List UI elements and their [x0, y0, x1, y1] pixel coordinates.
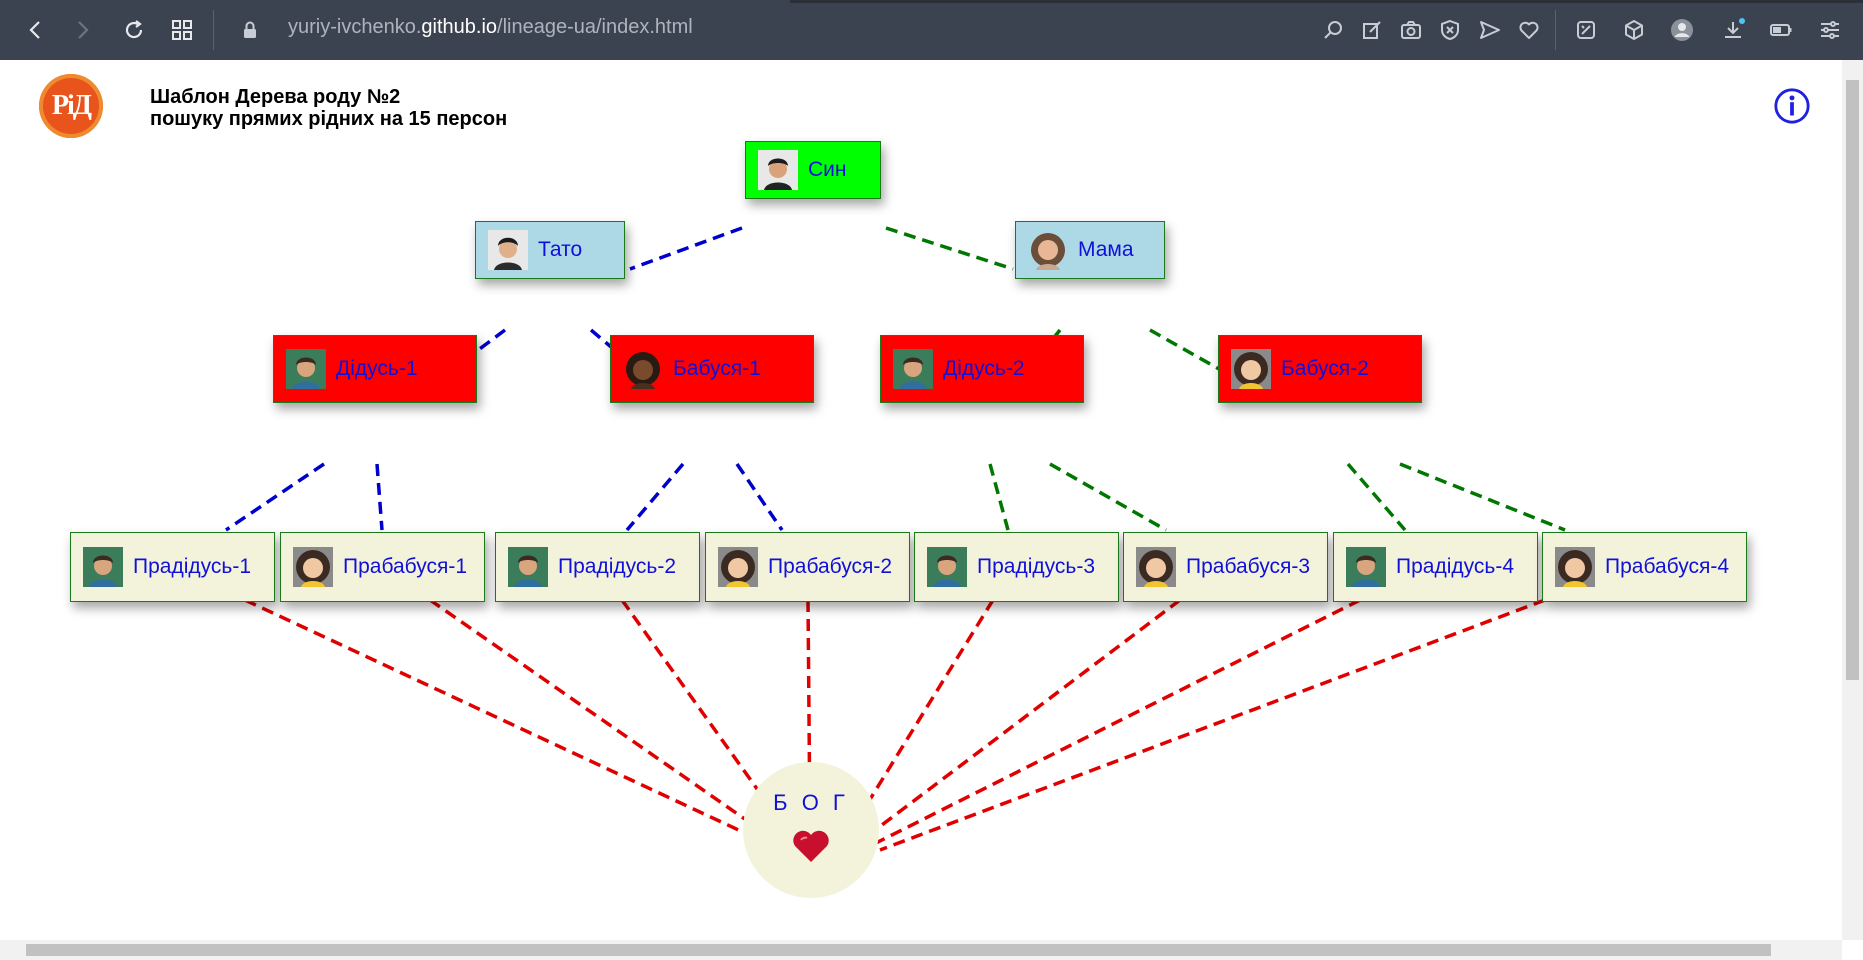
node-grandfather-1[interactable]: Дідусь-1 [273, 335, 477, 403]
line-ggm3-god [860, 598, 1182, 842]
find-icon[interactable] [1318, 14, 1350, 46]
node-label: Дідусь-1 [336, 357, 418, 380]
node-grandmother-1[interactable]: Бабуся-1 [610, 335, 814, 403]
tabs-grid-icon[interactable] [166, 14, 198, 46]
node-father[interactable]: Тато [475, 221, 625, 279]
line-ggf4-god [871, 598, 1361, 847]
download-icon[interactable] [1717, 14, 1749, 46]
reload-icon[interactable] [118, 14, 150, 46]
line-gf1-ggm1 [375, 463, 384, 531]
battery-icon [1765, 14, 1797, 46]
node-label: Прабабуся-1 [343, 555, 468, 578]
cube-icon[interactable] [1618, 14, 1650, 46]
node-great-grandfather-1[interactable]: Прадідусь-1 [70, 532, 275, 602]
line-gm1-ggf2 [625, 462, 685, 532]
node-grandfather-2[interactable]: Дідусь-2 [880, 335, 1084, 403]
line-ggm1-god [429, 598, 776, 842]
send-icon[interactable] [1474, 14, 1506, 46]
avatar-male-icon [1346, 547, 1386, 587]
node-label: Прабабуся-2 [768, 555, 893, 578]
node-label: Прадідусь-2 [558, 555, 677, 578]
avatar-female-icon [718, 547, 758, 587]
page-content: РіД Шаблон Дерева роду №2 пошуку прямих … [0, 60, 1842, 940]
line-gf1-ggf1 [225, 462, 325, 532]
vertical-scrollbar[interactable] [1842, 60, 1863, 940]
node-label: Прабабуся-4 [1605, 555, 1730, 578]
god-node[interactable]: Б О Г [743, 762, 879, 898]
extension-icon[interactable] [1570, 14, 1602, 46]
line-son-father [629, 226, 743, 271]
avatar-male-icon [893, 349, 933, 389]
avatar-female-icon [293, 547, 333, 587]
line-gf2-ggm3 [1049, 462, 1167, 532]
node-label: Син [808, 158, 847, 181]
node-label: Прадідусь-3 [977, 555, 1096, 578]
line-gf2-ggf3 [988, 463, 1010, 531]
node-mother[interactable]: Мама [1015, 221, 1165, 279]
node-label: Тато [538, 238, 583, 261]
node-label: Прадідусь-4 [1396, 555, 1515, 578]
avatar-male-icon [758, 150, 798, 190]
line-son-mother [885, 226, 1014, 271]
node-label: Прабабуся-3 [1186, 555, 1311, 578]
node-label: Дідусь-2 [943, 357, 1025, 380]
tree-connector-lines [225, 226, 1566, 852]
avatar-female-icon [1136, 547, 1176, 587]
node-great-grandfather-3[interactable]: Прадідусь-3 [914, 532, 1119, 602]
edit-icon[interactable] [1356, 14, 1388, 46]
avatar-female-icon [1555, 547, 1595, 587]
scrollbar-thumb[interactable] [26, 944, 1771, 956]
forward-icon[interactable] [66, 14, 98, 46]
avatar-male-icon [83, 547, 123, 587]
node-label: Бабуся-2 [1281, 357, 1369, 380]
avatar-male-icon [488, 230, 528, 270]
avatar-male-icon [927, 547, 967, 587]
node-label: Мама [1078, 238, 1134, 261]
avatar-female-icon [623, 349, 663, 389]
avatar-female-icon [1231, 349, 1271, 389]
line-ggf1-god [244, 598, 761, 842]
block-icon[interactable] [1434, 14, 1466, 46]
node-son[interactable]: Син [745, 141, 881, 199]
node-great-grandfather-2[interactable]: Прадідусь-2 [495, 532, 700, 602]
node-great-grandmother-2[interactable]: Прабабуся-2 [705, 532, 910, 602]
node-great-grandmother-4[interactable]: Прабабуся-4 [1542, 532, 1747, 602]
line-gm2-ggf4 [1346, 462, 1407, 532]
node-great-grandmother-1[interactable]: Прабабуся-1 [280, 532, 485, 602]
horizontal-scrollbar[interactable] [0, 940, 1842, 960]
browser-toolbar: yuriy-ivchenko.github.io/lineage-ua/inde… [0, 0, 1863, 60]
address-bar[interactable]: yuriy-ivchenko.github.io/lineage-ua/inde… [288, 16, 693, 39]
line-ggm4-god [879, 598, 1546, 852]
camera-icon[interactable] [1395, 14, 1427, 46]
avatar-female-icon [1028, 230, 1068, 270]
node-label: Бабуся-1 [673, 357, 761, 380]
profile-avatar-icon[interactable] [1666, 14, 1698, 46]
line-gm2-ggm4 [1399, 462, 1566, 532]
avatar-male-icon [286, 349, 326, 389]
scrollbar-thumb[interactable] [1846, 80, 1859, 680]
node-grandmother-2[interactable]: Бабуся-2 [1218, 335, 1422, 403]
heart-icon [793, 830, 829, 862]
node-great-grandfather-4[interactable]: Прадідусь-4 [1333, 532, 1538, 602]
line-gm1-ggm2 [735, 463, 784, 531]
lock-icon [234, 14, 266, 46]
settings-sliders-icon[interactable] [1814, 14, 1846, 46]
god-label: Б О Г [773, 790, 849, 815]
heart-outline-icon[interactable] [1513, 14, 1545, 46]
avatar-male-icon [508, 547, 548, 587]
node-great-grandmother-3[interactable]: Прабабуся-3 [1123, 532, 1328, 602]
back-icon[interactable] [20, 14, 52, 46]
node-label: Прадідусь-1 [133, 555, 252, 578]
